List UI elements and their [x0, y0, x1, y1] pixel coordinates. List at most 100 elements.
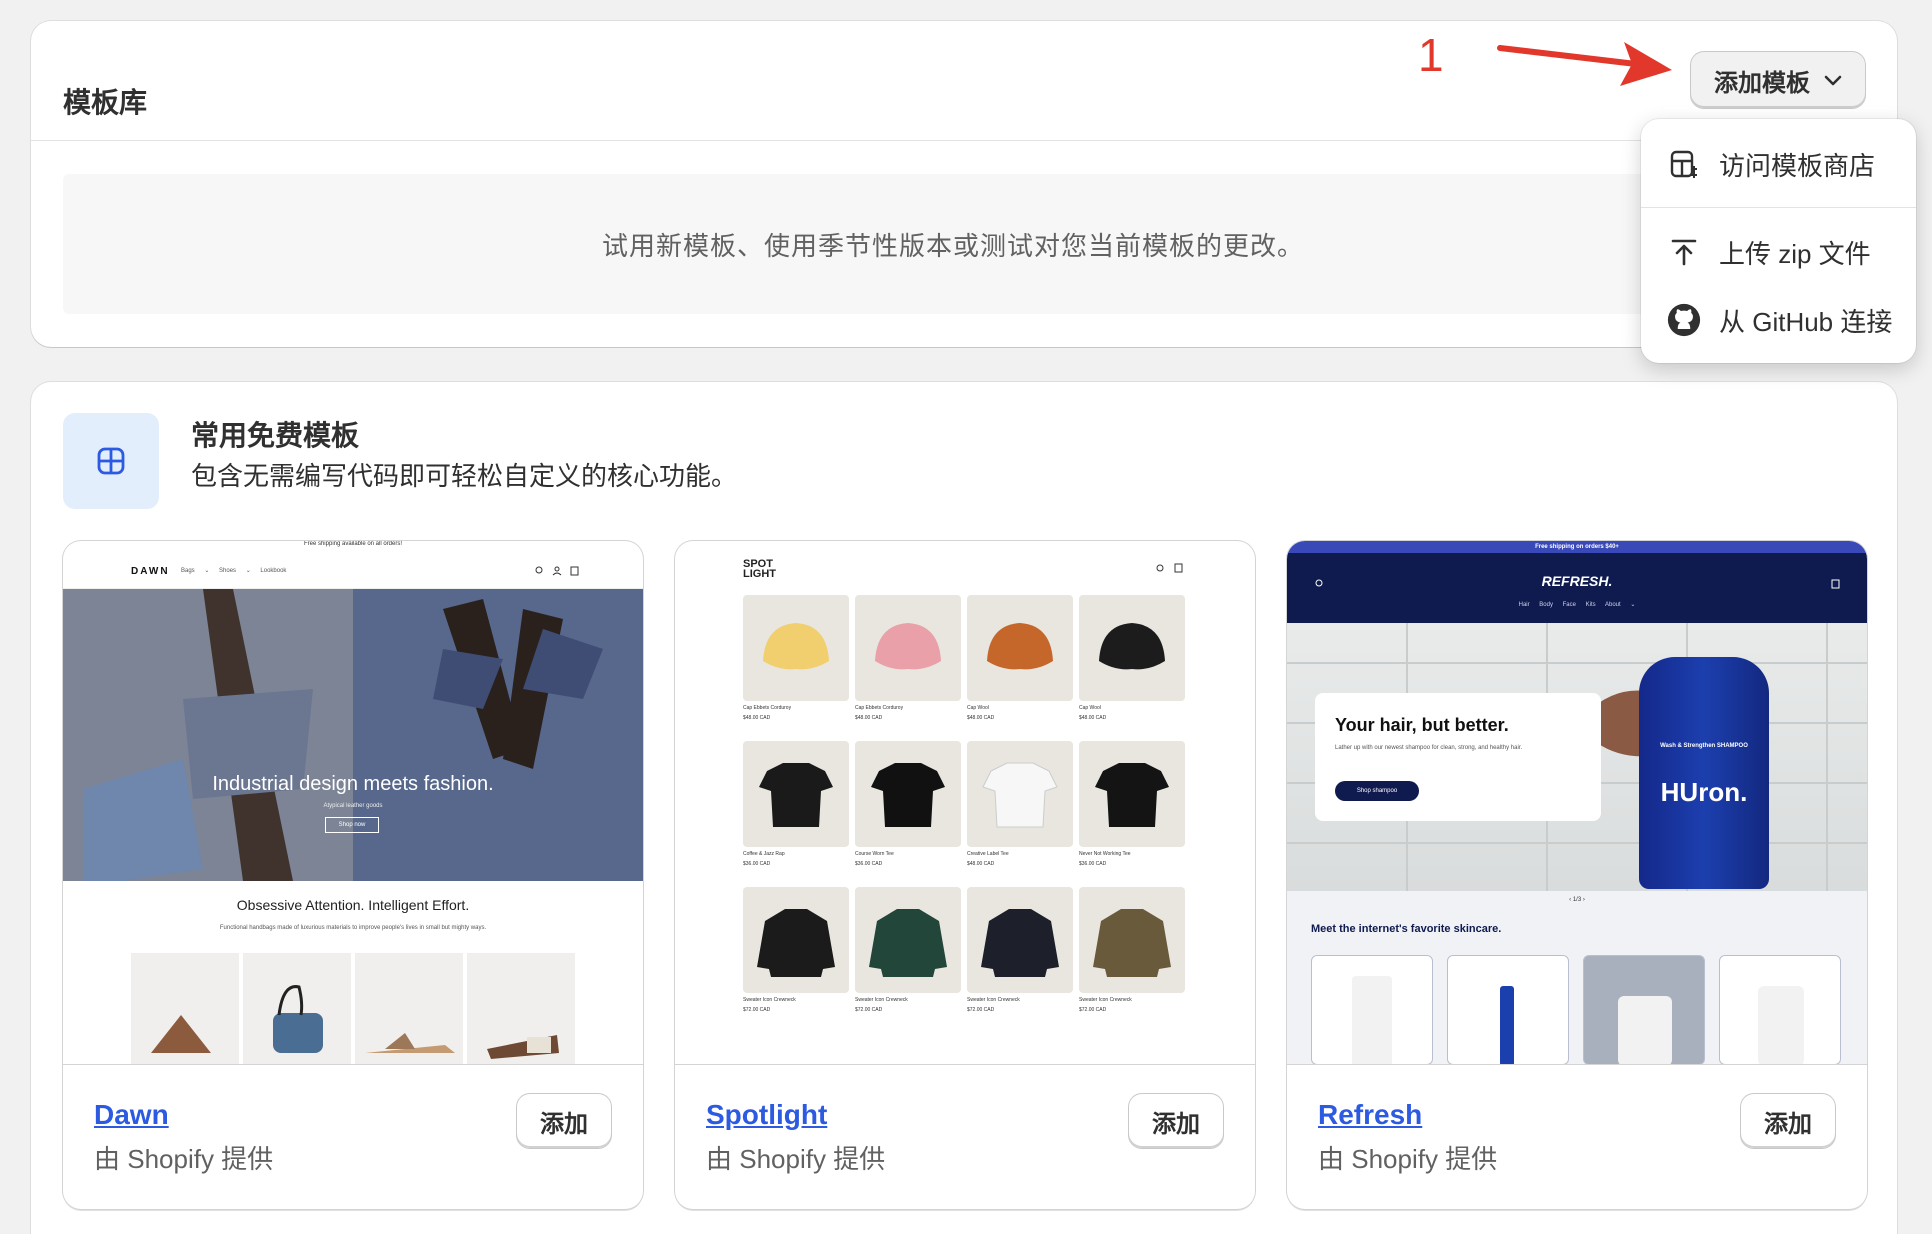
add-dawn-button[interactable]: 添加 [516, 1093, 612, 1149]
preview-product-name: Never Not Working Tee [1079, 851, 1131, 857]
preview-section: ‹ 1/3 › Meet the internet's favorite ski… [1287, 891, 1867, 1064]
menu-divider [1641, 207, 1916, 208]
preview-product [243, 953, 351, 1064]
preview-logo: SPOT LIGHT [743, 559, 776, 580]
theme-card-refresh: Free shipping on orders $40+ REFRESH. Ha… [1287, 541, 1867, 1209]
empty-state: 试用新模板、使用季节性版本或测试对您当前模板的更改。 [63, 174, 1843, 314]
preview-product-price: $36.00 CAD [1079, 861, 1107, 867]
theme-author: 由 Shopify 提供 [706, 1144, 886, 1174]
add-theme-button[interactable]: 添加模板 [1690, 51, 1866, 109]
preview-product [743, 595, 849, 701]
chevron-down-icon [1824, 66, 1842, 94]
theme-name-link[interactable]: Dawn [94, 1099, 169, 1131]
preview-product-price: $48.00 CAD [967, 861, 995, 867]
empty-state-text: 试用新模板、使用季节性版本或测试对您当前模板的更改。 [601, 230, 1304, 261]
preview-product [1079, 741, 1185, 847]
logo-line: LIGHT [743, 568, 776, 580]
theme-preview-refresh[interactable]: Free shipping on orders $40+ REFRESH. Ha… [1287, 541, 1867, 1065]
preview-product [743, 741, 849, 847]
preview-hero-text: Lather up with our newest shampoo for cl… [1335, 745, 1523, 751]
preview-product-price: $36.00 CAD [855, 861, 883, 867]
preview-cart-icon [1831, 579, 1840, 589]
preview-product-name: Creative Label Tee [967, 851, 1009, 857]
preview-hero-button: Shop now [325, 817, 379, 833]
layout-icon [63, 413, 159, 509]
preview-product [1079, 887, 1185, 993]
preview-product-price: $48.00 CAD [1079, 715, 1107, 721]
preview-bottle: Wash & Strengthen SHAMPOO HUron. [1639, 657, 1769, 889]
preview-product [1719, 955, 1841, 1064]
preview-search-icon [1315, 579, 1323, 587]
preview-product [355, 953, 463, 1064]
menu-item-visit-theme-store[interactable]: 访问模板商店 [1641, 134, 1916, 194]
theme-name-link[interactable]: Refresh [1318, 1099, 1422, 1131]
preview-product [855, 595, 961, 701]
theme-store-icon [1667, 147, 1701, 181]
theme-preview-dawn[interactable]: Free shipping available on all orders! D… [63, 541, 643, 1065]
preview-nav: DAWN Bags ⌄ Shoes ⌄ Lookbook [63, 553, 643, 589]
add-theme-label: 添加模板 [1714, 69, 1810, 97]
bottle-label: Wash & Strengthen SHAMPOO [1660, 743, 1748, 749]
hero-image [63, 589, 643, 881]
preview-announcement: Free shipping on orders $40+ [1287, 541, 1867, 553]
annotation-arrow-icon [1497, 42, 1672, 86]
menu-item-label: 上传 zip 文件 [1719, 238, 1871, 269]
preview-product-price: $48.00 CAD [967, 715, 995, 721]
menu-item-label: 访问模板商店 [1719, 150, 1876, 181]
preview-section-title: Obsessive Attention. Intelligent Effort. [236, 897, 470, 913]
preview-product [743, 887, 849, 993]
menu-item-upload-zip[interactable]: 上传 zip 文件 [1641, 222, 1916, 282]
preview-product-name: Course Worn Tee [855, 851, 894, 857]
preview-hero-button: Shop shampoo [1335, 781, 1419, 801]
preview-hero-subtitle: Atypical leather goods [323, 803, 383, 809]
preview-product-name: Cap Ebbets Corduroy [743, 705, 792, 711]
preview-product [967, 595, 1073, 701]
popular-themes-card: 常用免费模板 包含无需编写代码即可轻松自定义的核心功能。 Free shippi… [31, 382, 1897, 1234]
section-title: 常用免费模板 [191, 420, 360, 451]
preview-hero: Wash & Strengthen SHAMPOO HUron. Your ha… [1287, 623, 1867, 891]
preview-nav-links: Hair Body Face Kits About ⌄ [1518, 602, 1636, 608]
page-title: 模板库 [63, 87, 148, 118]
theme-name-link[interactable]: Spotlight [706, 1099, 827, 1131]
preview-nav-links: Bags ⌄ Shoes ⌄ Lookbook [181, 568, 287, 574]
theme-card-dawn: Free shipping available on all orders! D… [63, 541, 643, 1209]
preview-pager: ‹ 1/3 › [1569, 897, 1585, 903]
section-subtitle: 包含无需编写代码即可轻松自定义的核心功能。 [191, 461, 738, 491]
preview-product [1583, 955, 1705, 1064]
preview-nav: REFRESH. Hair Body Face Kits About ⌄ [1287, 553, 1867, 623]
preview-product-name: Coffee & Jazz Rap [743, 851, 785, 857]
preview-announcement: Free shipping available on all orders! [303, 541, 403, 547]
preview-product [1079, 595, 1185, 701]
preview-product-name: Sweater Icon Crewneck [855, 997, 908, 1003]
preview-section-title: Meet the internet's favorite skincare. [1311, 923, 1502, 935]
preview-product-name: Cap Wool [967, 705, 989, 711]
theme-card-spotlight: SPOT LIGHT Cap Ebbets Corduroy $48.00 CAD… [675, 541, 1255, 1209]
add-spotlight-button[interactable]: 添加 [1128, 1093, 1224, 1149]
menu-item-label: 从 GitHub 连接 [1719, 306, 1893, 337]
upload-icon [1667, 235, 1701, 269]
annotation-number-1: 1 [1418, 29, 1444, 81]
preview-product-name: Cap Wool [1079, 705, 1101, 711]
preview-product-price: $48.00 CAD [743, 715, 771, 721]
preview-product-price: $72.00 CAD [855, 1007, 883, 1013]
add-refresh-button[interactable]: 添加 [1740, 1093, 1836, 1149]
preview-hero-title: Industrial design meets fashion. [212, 773, 494, 795]
github-icon [1667, 303, 1701, 337]
preview-product-price: $48.00 CAD [855, 715, 883, 721]
preview-logo: REFRESH. [1541, 573, 1613, 589]
preview-product [467, 953, 575, 1064]
preview-product [1311, 955, 1433, 1064]
preview-product [855, 887, 961, 993]
preview-product [967, 741, 1073, 847]
preview-product [967, 887, 1073, 993]
preview-logo: DAWN [131, 566, 170, 577]
theme-author: 由 Shopify 提供 [94, 1144, 274, 1174]
preview-product-price: $72.00 CAD [743, 1007, 771, 1013]
theme-preview-spotlight[interactable]: SPOT LIGHT Cap Ebbets Corduroy $48.00 CAD… [675, 541, 1255, 1065]
preview-hero-card: Your hair, but better. Lather up with ou… [1315, 693, 1601, 821]
preview-product-name: Sweater Icon Crewneck [743, 997, 796, 1003]
menu-item-connect-github[interactable]: 从 GitHub 连接 [1641, 290, 1916, 350]
preview-product-name: Sweater Icon Crewneck [967, 997, 1020, 1003]
preview-header-icons [1156, 563, 1183, 573]
preview-product-price: $36.00 CAD [743, 861, 771, 867]
